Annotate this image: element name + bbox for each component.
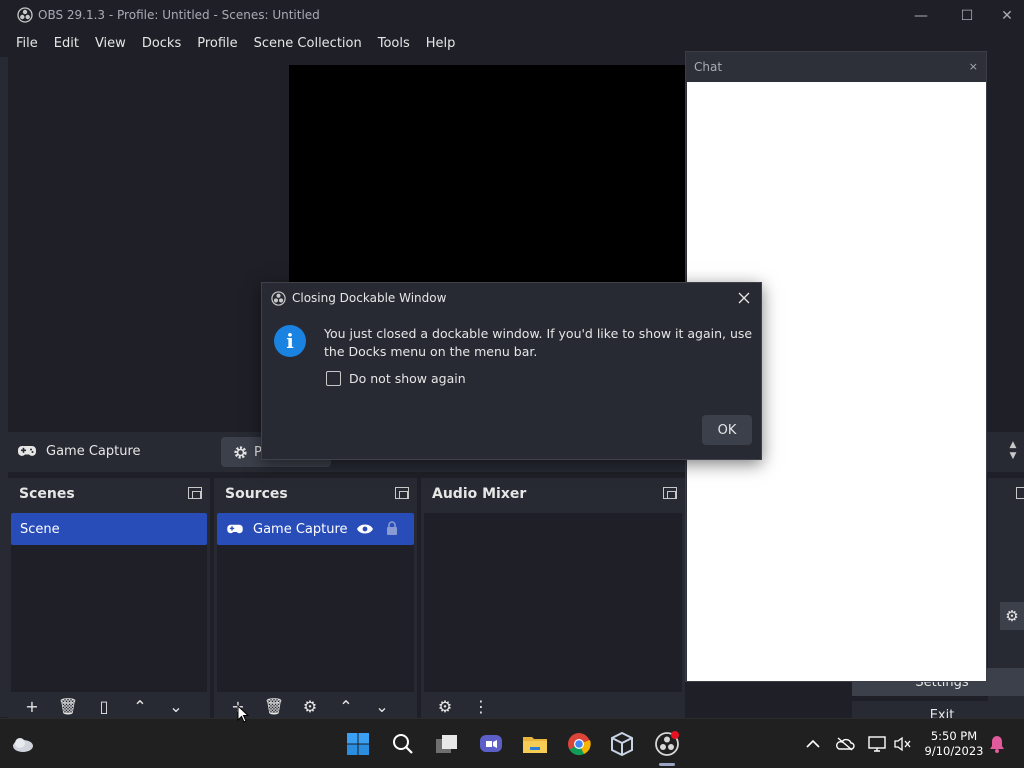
info-icon: i [274,325,306,357]
dialog-message: You just closed a dockable window. If yo… [324,326,753,359]
scene-item-label: Scene [20,521,60,537]
closing-dockable-window-dialog: Closing Dockable Window i You just close… [261,282,762,460]
sources-dock: Sources Game Capture + 🗑 ⚙ ⌃ ⌄ [214,478,417,718]
selected-source-name: Game Capture [46,444,141,459]
mouse-cursor-icon [237,705,249,723]
dialog-title: Closing Dockable Window [292,291,447,305]
scenes-list: Scene [11,513,207,692]
menu-view[interactable]: View [87,32,134,56]
scenes-dock: Scenes Scene + 🗑 ▯ ⌃ ⌄ [8,478,210,718]
active-app-indicator [659,763,675,766]
dialog-close-icon[interactable] [733,287,755,309]
clock-time: 5:50 PM [930,729,978,743]
scenes-toolbar: + 🗑 ▯ ⌃ ⌄ [14,694,194,718]
taskbar: 5:50 PM 9/10/2023 [0,718,1024,768]
dialog-title-bar: Closing Dockable Window [262,283,761,313]
eye-icon[interactable] [357,522,373,536]
search-icon[interactable] [390,731,416,757]
scenes-dock-header: Scenes [8,478,210,510]
chrome-icon[interactable] [566,731,592,757]
do-not-show-again-checkbox[interactable] [326,371,341,386]
lock-icon[interactable] [386,521,398,536]
gear-icon [234,445,247,459]
audio-mixer-dock: Audio Mixer ⚙ ⋮ [421,478,685,718]
menu-help[interactable]: Help [418,32,464,56]
undock-icon[interactable] [395,487,409,499]
audio-mixer-dock-header: Audio Mixer [421,478,685,510]
menu-edit[interactable]: Edit [46,32,87,56]
undock-icon[interactable] [1016,487,1024,499]
notification-bell-icon[interactable] [984,731,1010,757]
chat-header: Chat × [686,52,986,82]
undock-icon[interactable] [663,487,677,499]
gamepad-icon [18,446,36,456]
filter-icon[interactable]: ▯ [86,694,122,718]
move-up-icon[interactable]: ⌃ [122,694,158,718]
menu-scene-collection[interactable]: Scene Collection [246,32,370,56]
gear-icon[interactable]: ⚙ [292,694,328,718]
minimize-button[interactable]: — [898,0,944,31]
chevron-up-icon[interactable] [800,731,826,757]
add-scene-icon[interactable]: + [14,694,50,718]
onedrive-icon[interactable] [832,731,858,757]
network-icon[interactable] [864,731,890,757]
preview-canvas[interactable] [289,65,687,287]
left-edge-panel [0,57,8,717]
gear-icon[interactable]: ⚙ [1000,602,1024,630]
trash-icon[interactable]: 🗑 [50,694,86,718]
maximize-button[interactable]: ☐ [944,0,990,31]
scene-item[interactable]: Scene [11,513,207,545]
file-explorer-icon[interactable] [522,731,548,757]
move-down-icon[interactable]: ⌄ [364,694,400,718]
sources-list: Game Capture [217,513,414,692]
title-bar: OBS 29.1.3 - Profile: Untitled - Scenes:… [0,0,1024,31]
virtualbox-cube-icon[interactable] [609,731,635,757]
chat-app-icon[interactable] [478,731,504,757]
sources-dock-header: Sources [214,478,417,510]
audio-mixer-area [424,513,682,692]
do-not-show-again-row[interactable]: Do not show again [326,371,466,386]
checkbox-label: Do not show again [349,371,466,386]
volume-muted-icon[interactable] [890,731,916,757]
weather-icon[interactable] [10,731,36,757]
task-view-icon[interactable] [434,731,460,757]
clock-date: 9/10/2023 [924,744,984,758]
gamepad-icon [227,524,243,534]
windows-start-icon[interactable] [345,731,371,757]
undock-icon[interactable] [188,487,202,499]
menu-file[interactable]: File [8,32,46,56]
menu-profile[interactable]: Profile [189,32,245,56]
obs-logo-icon [271,291,286,306]
audio-mixer-title: Audio Mixer [432,486,527,502]
spin-arrows[interactable]: ▲ ▼ [1006,440,1020,464]
source-item[interactable]: Game Capture [217,513,414,545]
obs-logo-icon [17,7,33,23]
advanced-audio-gear-icon[interactable]: ⚙ [427,694,463,718]
ok-button[interactable]: OK [702,415,752,445]
sources-title: Sources [225,486,288,502]
chat-close-icon[interactable]: × [969,60,978,73]
source-item-label: Game Capture [253,521,348,537]
move-down-icon[interactable]: ⌄ [158,694,194,718]
taskbar-clock[interactable]: 5:50 PM 9/10/2023 [918,729,990,759]
trash-icon[interactable]: 🗑 [256,694,292,718]
obs-taskbar-icon[interactable] [654,731,680,757]
audio-mixer-toolbar: ⚙ ⋮ [427,694,499,718]
more-vertical-icon[interactable]: ⋮ [463,694,499,718]
move-up-icon[interactable]: ⌃ [328,694,364,718]
menu-tools[interactable]: Tools [370,32,418,56]
close-button[interactable]: ✕ [990,0,1024,31]
chat-title: Chat [694,60,723,74]
menu-docks[interactable]: Docks [134,32,189,56]
scenes-title: Scenes [19,486,75,502]
window-title: OBS 29.1.3 - Profile: Untitled - Scenes:… [38,8,320,22]
